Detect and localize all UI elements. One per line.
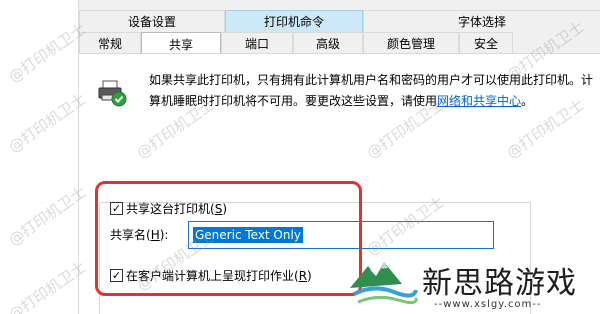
brand-url: --www.xslgy.com-- (434, 299, 542, 310)
tab-security[interactable]: 安全 (459, 32, 513, 54)
network-sharing-center-link[interactable]: 网络和共享中心 (437, 94, 521, 108)
tab-color-management[interactable]: 颜色管理 (363, 32, 459, 54)
tab-row-bottom: 常规 共享 端口 高级 颜色管理 安全 (79, 32, 513, 55)
brand-name: 新思路游戏 (422, 266, 577, 301)
tab-printer-commands[interactable]: 打印机命令 (225, 10, 363, 32)
tab-row-top: 设备设置 打印机命令 字体选择 (79, 10, 600, 32)
sharing-description: 如果共享此打印机，只有拥有此计算机用户名和密码的用户才可以使用此打印机。计算机睡… (149, 70, 599, 112)
mountain-river-logo-icon (350, 262, 418, 305)
site-brand: 新思路游戏 --www.xslgy.com-- (348, 254, 600, 314)
tab-sharing[interactable]: 共享 (141, 32, 221, 55)
intro-end: 。 (521, 94, 534, 108)
shared-printer-icon (98, 80, 127, 107)
tab-ports[interactable]: 端口 (221, 32, 293, 54)
tab-advanced[interactable]: 高级 (293, 32, 363, 54)
tab-device-settings[interactable]: 设备设置 (79, 10, 225, 32)
